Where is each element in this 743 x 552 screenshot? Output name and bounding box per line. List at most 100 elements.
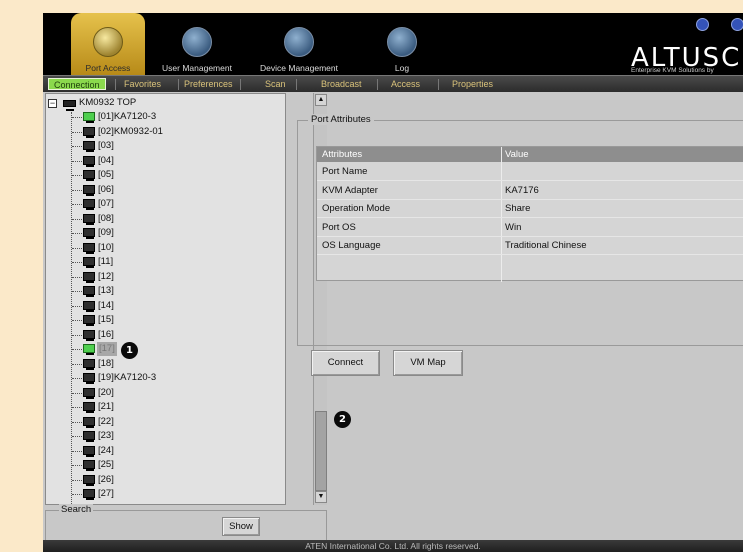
- computer-icon: [83, 242, 95, 254]
- tree-port-item[interactable]: [13]: [46, 284, 276, 298]
- subtab-properties[interactable]: Properties: [447, 78, 498, 90]
- logout-icon[interactable]: [731, 18, 743, 31]
- computer-icon: [83, 387, 95, 399]
- attribute-name: Operation Mode: [322, 203, 391, 214]
- tree-port-item[interactable]: [15]: [46, 313, 276, 327]
- tree-port-item[interactable]: [27]: [46, 487, 276, 501]
- tree-port-item[interactable]: [05]: [46, 168, 276, 182]
- computer-icon: [83, 155, 95, 167]
- user-management-icon: [182, 27, 212, 57]
- tree-port-label: [27]: [98, 488, 114, 499]
- tab-device-management[interactable]: Device Management: [253, 13, 345, 75]
- tree-branch: [72, 160, 82, 162]
- tree-branch: [72, 117, 82, 118]
- tree-branch: [72, 218, 82, 220]
- tree-port-label: [21]: [98, 401, 114, 412]
- tree-port-label: [16]: [98, 328, 114, 340]
- tree-root-label: KM0932 TOP: [79, 97, 137, 108]
- computer-icon: [83, 228, 95, 239]
- tree-port-label: [01]KA7120-3: [98, 111, 157, 122]
- tree-port-item[interactable]: [22]: [46, 415, 276, 429]
- tab-port-access[interactable]: Port Access: [71, 13, 145, 75]
- computer-icon: [83, 141, 95, 152]
- computer-icon: [83, 460, 95, 471]
- scroll-up-arrow-icon[interactable]: ▲: [315, 94, 327, 106]
- subtab-divider: [377, 79, 378, 90]
- tab-label: Device Management: [260, 63, 338, 73]
- header-value: Value: [505, 149, 529, 160]
- tree-port-item[interactable]: [24]: [46, 444, 276, 458]
- header-attributes: Attributes: [322, 149, 363, 160]
- tree-port-item[interactable]: [19]KA7120-3: [46, 371, 276, 385]
- tree-branch: [72, 378, 82, 379]
- tree-port-item[interactable]: [11]: [46, 255, 276, 269]
- tree-branch: [72, 175, 82, 176]
- tree-port-label: [19]KA7120-3: [98, 372, 157, 383]
- tree-port-item[interactable]: [16]: [46, 328, 276, 342]
- subtab-connection[interactable]: Connection: [48, 78, 106, 90]
- tree-branch: [72, 465, 82, 466]
- port-attributes-legend: Port Attributes: [308, 114, 374, 125]
- tree-port-item[interactable]: [20]: [46, 386, 276, 400]
- tree-port-item[interactable]: [10]: [46, 241, 276, 255]
- attributes-table: Attributes Value Port Name KVM Adapter KA7…: [316, 146, 743, 282]
- computer-icon: [83, 199, 95, 210]
- tab-label: Port Access: [85, 63, 131, 73]
- tree-branch: [72, 233, 82, 234]
- tree-port-item[interactable]: [08]: [46, 212, 276, 226]
- tree-port-label: [22]: [98, 415, 114, 427]
- tree-port-item[interactable]: [14]: [46, 299, 276, 313]
- tree-port-item[interactable]: [23]: [46, 429, 276, 443]
- attribute-name: OS Language: [322, 240, 381, 251]
- port-tree[interactable]: − KM0932 TOP [01]KA7120-3 [02]KM0932-01 [0…: [45, 93, 286, 505]
- connect-button[interactable]: Connect: [311, 350, 380, 376]
- row-divider: [317, 180, 743, 181]
- tree-root[interactable]: − KM0932 TOP: [46, 96, 276, 111]
- attribute-value: KA7176: [505, 184, 539, 196]
- collapse-icon[interactable]: −: [48, 99, 57, 108]
- help-icon[interactable]: [696, 18, 709, 31]
- tree-port-item[interactable]: [06]: [46, 183, 276, 197]
- subtab-preferences[interactable]: Preferences: [179, 78, 238, 90]
- tree-port-item[interactable]: [26]: [46, 473, 276, 487]
- tree-port-item[interactable]: [02]KM0932-01: [46, 125, 276, 139]
- attribute-value: Traditional Chinese: [505, 240, 587, 251]
- vm-map-button[interactable]: VM Map: [393, 350, 463, 376]
- show-button[interactable]: Show: [222, 517, 260, 536]
- port-access-icon: [93, 27, 123, 57]
- tree-port-item[interactable]: [12]: [46, 270, 276, 284]
- computer-icon: [83, 489, 95, 500]
- search-label: Search: [59, 504, 94, 515]
- computer-icon: [83, 112, 95, 123]
- computer-icon: [83, 358, 95, 370]
- computer-icon: [83, 402, 95, 413]
- tree-port-label: [12]: [98, 270, 114, 282]
- tree-port-label: [17]: [97, 342, 117, 356]
- computer-icon: [83, 126, 95, 138]
- scroll-thumb[interactable]: [315, 411, 327, 491]
- computer-icon: [83, 257, 95, 268]
- computer-icon: [83, 315, 95, 326]
- tree-port-item[interactable]: [17]: [46, 342, 276, 356]
- tree-port-item[interactable]: [01]KA7120-3: [46, 110, 276, 124]
- subtab-access[interactable]: Access: [386, 78, 425, 90]
- scroll-down-arrow-icon[interactable]: ▼: [315, 491, 327, 503]
- tree-branch: [72, 291, 82, 292]
- tree-branch: [72, 436, 82, 437]
- tree-port-item[interactable]: [18]: [46, 357, 276, 371]
- tree-port-item[interactable]: [25]: [46, 458, 276, 472]
- subtab-favorites[interactable]: Favorites: [119, 78, 166, 90]
- device-management-icon: [284, 27, 314, 57]
- tree-port-item[interactable]: [03]: [46, 139, 276, 153]
- subtab-scan[interactable]: Scan: [260, 78, 291, 90]
- footer-copyright: ATEN International Co. Ltd. All rights r…: [43, 540, 743, 552]
- tree-port-item[interactable]: [07]: [46, 197, 276, 211]
- computer-icon: [83, 300, 95, 312]
- tree-port-item[interactable]: [21]: [46, 400, 276, 414]
- tree-port-item[interactable]: [04]: [46, 154, 276, 168]
- subtab-broadcast[interactable]: Broadcast: [316, 78, 367, 90]
- tab-log[interactable]: Log: [373, 13, 431, 75]
- tree-port-item[interactable]: [09]: [46, 226, 276, 240]
- tab-user-management[interactable]: User Management: [154, 13, 240, 75]
- subtab-divider: [240, 79, 241, 90]
